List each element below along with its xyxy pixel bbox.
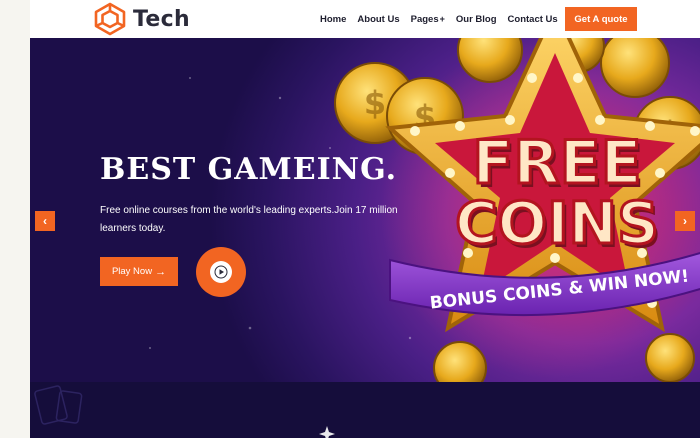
section-decoration <box>34 385 335 438</box>
hexagon-logo-icon <box>94 2 126 36</box>
video-play-button[interactable] <box>196 247 246 297</box>
hero-title: BEST GAMEING. <box>100 152 398 187</box>
plus-icon: + <box>439 14 445 24</box>
chevron-left-icon: ‹ <box>43 214 47 228</box>
hero-subtitle: Free online courses from the world's lea… <box>100 205 398 234</box>
logo-text: Tech <box>133 6 190 32</box>
sparkle-icon <box>319 426 335 438</box>
play-now-label: Play Now <box>111 266 153 277</box>
nav-contact-label: Contact Us <box>507 13 558 25</box>
nav-home[interactable]: Home <box>320 14 346 25</box>
svg-text:$: $ <box>364 84 386 122</box>
nav-pages-label: Pages <box>410 13 439 25</box>
get-a-quote-button[interactable]: Get A quote <box>565 7 637 31</box>
page: Tech Home About Us Pages + Our Blog Conta… <box>0 0 700 438</box>
nav-about-us[interactable]: About Us <box>357 14 399 25</box>
site-header: Tech Home About Us Pages + Our Blog Conta… <box>30 0 700 38</box>
logo[interactable]: Tech <box>92 2 190 36</box>
nav-home-label: Home <box>320 13 347 25</box>
nav-contact-us[interactable]: Contact Us <box>508 14 558 25</box>
play-circle-icon <box>210 261 232 283</box>
nav-blog-label: Our Blog <box>455 13 497 25</box>
play-now-button[interactable]: Play Now → <box>100 257 178 286</box>
svg-text:FREE: FREE <box>472 128 641 198</box>
nav-pages[interactable]: Pages + <box>411 14 445 25</box>
nav-our-blog[interactable]: Our Blog <box>456 14 497 25</box>
slider-next-button[interactable]: › <box>675 211 695 231</box>
hero-slider: $$$ FREE FREE COINS COINS <box>30 38 700 382</box>
left-margin <box>0 0 30 438</box>
slider-prev-button[interactable]: ‹ <box>35 211 55 231</box>
nav-about-label: About Us <box>357 13 400 25</box>
next-section <box>30 382 700 438</box>
main-nav: Home About Us Pages + Our Blog Contact Us <box>320 0 569 38</box>
arrow-right-icon: → <box>155 265 167 278</box>
chevron-right-icon: › <box>683 214 687 228</box>
svg-text:COINS: COINS <box>455 189 659 257</box>
